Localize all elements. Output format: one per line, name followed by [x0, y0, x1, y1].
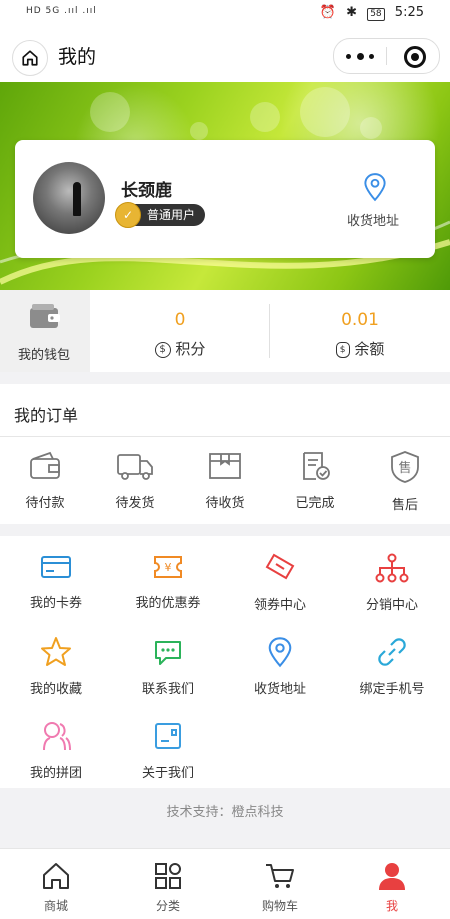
avatar[interactable]: [33, 162, 105, 234]
service-label: 关于我们: [141, 766, 194, 781]
service-label: 领券中心: [253, 598, 306, 613]
order-after-sale[interactable]: 售 售后: [360, 450, 450, 513]
balance-label: 余额: [354, 340, 385, 358]
member-level-badge: ✓ 普通用户: [115, 202, 206, 228]
order-pending-receipt[interactable]: 待收货: [180, 450, 270, 511]
wallet-button[interactable]: 我的钱包: [0, 290, 90, 372]
star-icon: [41, 637, 71, 666]
battery-level: 58: [367, 8, 385, 21]
page-title: 我的: [58, 46, 97, 68]
money-bag-icon: $: [335, 341, 350, 358]
order-completed-label: 已完成: [295, 496, 335, 511]
bluetooth-icon: ✱: [346, 5, 358, 20]
service-distribution-center[interactable]: 分销中心: [336, 552, 448, 636]
orders-section: 我的订单 待付款 待发货 待收货 已完成 售 售后: [0, 384, 450, 524]
service-coupon-center[interactable]: 领券中心: [224, 552, 336, 636]
truck-icon: [117, 454, 153, 480]
service-contact-us[interactable]: 联系我们: [112, 636, 224, 720]
svg-text:售: 售: [398, 460, 411, 476]
tab-category[interactable]: 分类: [112, 861, 224, 914]
order-pending-payment[interactable]: 待付款: [0, 450, 90, 511]
service-label: 我的卡券: [29, 596, 82, 611]
tech-support-footer: 技术支持：橙点科技: [166, 805, 284, 820]
orders-title: 我的订单: [14, 406, 79, 425]
alarm-icon: ⏰: [319, 5, 337, 20]
orders-divider: [0, 436, 450, 437]
location-icon: [268, 637, 292, 668]
link-icon: [378, 638, 406, 666]
balance-stat[interactable]: 0.01 $ 余额: [270, 290, 450, 372]
tab-label: 分类: [155, 899, 180, 913]
tab-me[interactable]: 我: [336, 861, 448, 914]
order-pending-receipt-label: 待收货: [205, 496, 245, 511]
service-label: 分销中心: [365, 598, 418, 613]
svg-text:¥: ¥: [165, 561, 172, 574]
more-button[interactable]: [346, 52, 374, 60]
coupon-icon: ¥: [154, 556, 182, 578]
order-completed[interactable]: 已完成: [270, 450, 360, 511]
service-shipping-address[interactable]: 收货地址: [224, 636, 336, 720]
doc-check-icon: [303, 452, 330, 480]
card-icon: [41, 556, 71, 578]
location-icon[interactable]: [362, 172, 388, 202]
status-bar: HD 5G .ııl .ııl ⏰ ✱ 58 5:25: [0, 0, 450, 28]
member-level-label: 普通用户: [147, 208, 196, 222]
medal-icon: ✓: [115, 202, 141, 228]
tab-bar: 商城 分类 购物车 我: [0, 848, 450, 919]
service-my-cards[interactable]: 我的卡券: [0, 552, 112, 636]
network-icon: [375, 553, 409, 583]
cart-icon: [266, 864, 294, 888]
order-pending-payment-label: 待付款: [25, 496, 65, 511]
username: 长颈鹿: [121, 181, 172, 201]
close-target-button[interactable]: [404, 46, 426, 68]
order-after-sale-label: 售后: [391, 498, 418, 513]
service-label: 联系我们: [141, 682, 194, 697]
order-pending-shipment[interactable]: 待发货: [90, 450, 180, 511]
coin-icon: $: [154, 341, 171, 358]
signal-indicators: HD 5G .ııl .ııl: [26, 6, 97, 16]
wallet-icon: [30, 304, 60, 328]
home-button[interactable]: [12, 40, 48, 76]
service-label: 收货地址: [253, 682, 306, 697]
wallet-label: 我的钱包: [18, 348, 71, 363]
tab-mall[interactable]: 商城: [0, 861, 112, 914]
account-stats: 我的钱包 0 $ 积分 0.01 $ 余额: [0, 290, 450, 372]
chat-icon: [155, 641, 181, 665]
service-label: 我的优惠券: [135, 596, 201, 611]
group-icon: [43, 722, 71, 751]
status-right: ⏰ ✱ 58 5:25: [314, 5, 424, 21]
capsule-divider: [386, 47, 387, 65]
service-bind-phone[interactable]: 绑定手机号: [336, 636, 448, 720]
points-stat[interactable]: 0 $ 积分: [90, 290, 270, 372]
service-my-coupons[interactable]: ¥ 我的优惠券: [112, 552, 224, 636]
tab-label: 购物车: [261, 899, 298, 913]
user-icon: [379, 863, 405, 890]
category-icon: [155, 863, 181, 889]
service-label: 我的拼团: [29, 766, 82, 781]
after-sale-icon: 售: [391, 451, 419, 483]
service-label: 我的收藏: [29, 682, 82, 697]
services-grid: 我的卡券 ¥ 我的优惠券 领券中心 分销中心 我的收藏 联系我们 收货地址 绑定…: [0, 536, 450, 788]
order-pending-shipment-label: 待发货: [115, 496, 155, 511]
mini-program-capsule: [333, 38, 440, 74]
clock: 5:25: [394, 5, 424, 20]
home-icon: [43, 863, 69, 889]
tab-label: 商城: [43, 899, 68, 913]
shipping-address-link[interactable]: 收货地址: [347, 210, 399, 229]
profile-card: 长颈鹿 ✓ 普通用户 收货地址: [15, 140, 435, 258]
wallet-icon: [30, 451, 60, 479]
nav-bar: 我的: [0, 28, 450, 82]
service-my-favorites[interactable]: 我的收藏: [0, 636, 112, 720]
box-icon: [209, 453, 241, 479]
balance-value: 0.01: [341, 310, 379, 330]
about-icon: [155, 723, 181, 749]
service-label: 绑定手机号: [359, 682, 425, 697]
tab-cart[interactable]: 购物车: [224, 861, 336, 914]
tab-label: 我: [385, 899, 398, 913]
points-value: 0: [174, 310, 186, 330]
points-label: 积分: [175, 340, 206, 358]
home-icon: [22, 50, 38, 66]
ticket-icon: [265, 553, 295, 580]
